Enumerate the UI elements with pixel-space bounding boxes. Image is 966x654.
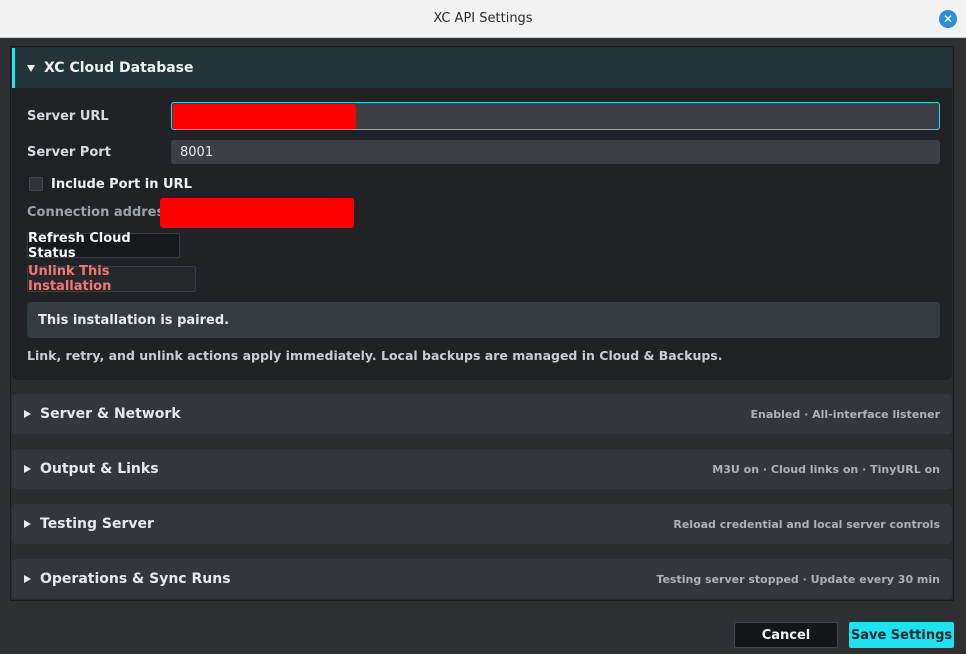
server-url-label: Server URL xyxy=(27,109,109,124)
section-title: Output & Links xyxy=(40,461,159,477)
section-title: XC Cloud Database xyxy=(44,60,194,76)
cancel-button[interactable]: Cancel xyxy=(734,622,838,648)
include-port-label: Include Port in URL xyxy=(51,177,192,192)
server-port-input[interactable]: 8001 xyxy=(171,140,940,164)
info-note: Link, retry, and unlink actions apply im… xyxy=(27,348,723,363)
save-settings-button[interactable]: Save Settings xyxy=(849,622,954,648)
refresh-cloud-status-button[interactable]: Refresh Cloud Status xyxy=(27,231,180,261)
section-header-xc-cloud[interactable]: XC Cloud Database xyxy=(12,48,952,88)
close-icon[interactable]: ✕ xyxy=(939,10,957,28)
section-title: Testing Server xyxy=(40,516,154,532)
section-server-network[interactable]: Server & Network Enabled · All-interface… xyxy=(12,394,952,434)
connection-address-label: Connection address: xyxy=(27,205,178,220)
window-title: XC API Settings xyxy=(433,11,533,26)
expand-right-icon xyxy=(24,575,31,583)
section-summary: Enabled · All-interface listener xyxy=(750,407,941,421)
section-title: Server & Network xyxy=(40,406,181,422)
server-port-label: Server Port xyxy=(27,145,111,160)
section-summary: Testing server stopped · Update every 30… xyxy=(656,572,940,586)
section-xc-cloud-database: XC Cloud Database Server URL Server Port… xyxy=(12,48,952,380)
server-url-input[interactable] xyxy=(171,102,940,130)
expand-right-icon xyxy=(24,410,31,418)
section-testing-server[interactable]: Testing Server Reload credential and loc… xyxy=(12,504,952,544)
expand-right-icon xyxy=(24,520,31,528)
section-output-links[interactable]: Output & Links M3U on · Cloud links on ·… xyxy=(12,449,952,489)
expand-right-icon xyxy=(24,465,31,473)
section-summary: M3U on · Cloud links on · TinyURL on xyxy=(712,462,940,476)
settings-panel: XC Cloud Database Server URL Server Port… xyxy=(10,46,954,601)
pairing-status-text: This installation is paired. xyxy=(38,312,230,328)
include-port-checkbox[interactable] xyxy=(29,177,43,191)
section-title: Operations & Sync Runs xyxy=(40,571,231,587)
pairing-status-banner: This installation is paired. xyxy=(27,302,940,338)
redacted-value xyxy=(173,104,356,129)
section-summary: Reload credential and local server contr… xyxy=(673,517,940,531)
unlink-installation-button[interactable]: Unlink This Installation xyxy=(27,264,196,294)
title-bar: XC API Settings ✕ xyxy=(0,0,966,38)
section-operations-sync[interactable]: Operations & Sync Runs Testing server st… xyxy=(12,559,952,599)
expand-down-icon xyxy=(27,64,35,72)
connection-address-value xyxy=(160,198,354,228)
